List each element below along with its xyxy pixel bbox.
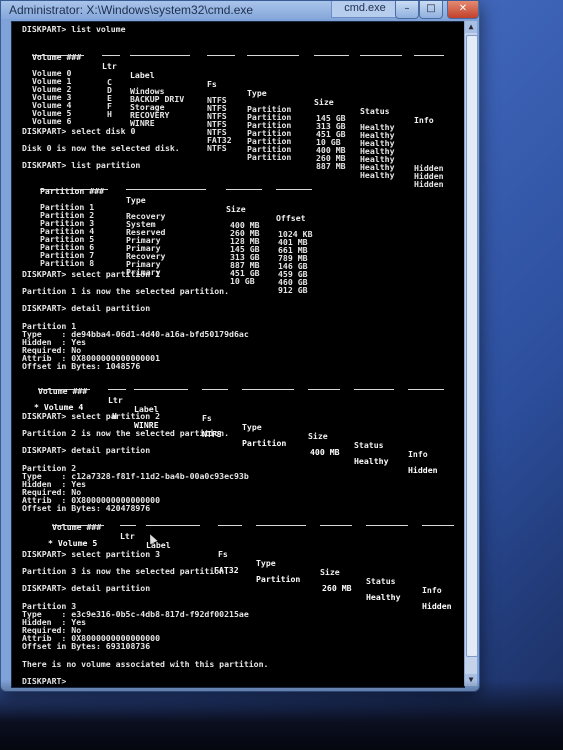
- cell: * Volume 5: [48, 538, 98, 548]
- header-rule: [202, 389, 228, 390]
- command-line: DISKPART> select partition 2: [22, 411, 161, 421]
- cell: NTFS: [207, 143, 227, 153]
- output-message: Disk 0 is now the selected disk.: [22, 143, 180, 153]
- command-line: DISKPART> select disk 0: [22, 126, 136, 136]
- cell: Hidden: [422, 601, 452, 611]
- header-rule: [38, 389, 90, 390]
- scrollbar-thumb[interactable]: [466, 35, 478, 657]
- console-output[interactable]: DISKPART> list volume Volume ### Ltr Lab…: [11, 21, 465, 688]
- col-header: Size: [314, 97, 334, 107]
- header-rule: [256, 525, 306, 526]
- window-tab[interactable]: cmd.exe: [331, 1, 399, 18]
- detail-line: Offset in Bytes: 420478976: [22, 503, 151, 513]
- cell: 400 MB: [310, 447, 340, 457]
- col-header: Info: [414, 115, 434, 125]
- col-header: Fs: [202, 413, 212, 423]
- cmd-window: Administrator: X:\Windows\system32\cmd.e…: [0, 0, 480, 692]
- col-header: Fs: [218, 549, 228, 559]
- header-rule: [108, 389, 126, 390]
- header-rule: [130, 55, 190, 56]
- output-message: There is no volume associated with this …: [22, 659, 269, 669]
- header-rule: [146, 525, 200, 526]
- command-line: DISKPART> select partition 1: [22, 269, 161, 279]
- col-header: Type: [256, 558, 276, 568]
- header-rule: [366, 525, 408, 526]
- output-message: Partition 1 is now the selected partitio…: [22, 286, 230, 296]
- command-line: DISKPART> select partition 3: [22, 549, 161, 559]
- maximize-button[interactable]: □: [419, 1, 443, 19]
- col-header: Type: [126, 195, 146, 205]
- cell: Partition: [242, 438, 287, 448]
- cell: Volume 6: [32, 116, 72, 126]
- output-message: Partition 2 is now the selected partitio…: [22, 428, 230, 438]
- header-rule: [360, 55, 402, 56]
- header-rule: [408, 389, 444, 390]
- col-header: Ltr: [108, 395, 123, 405]
- cell: Healthy: [366, 592, 401, 602]
- cell: 887 MB: [316, 161, 346, 171]
- cell: Partition 8: [40, 258, 95, 268]
- col-header: Offset: [276, 213, 306, 223]
- header-rule: [314, 55, 349, 56]
- header-rule: [120, 525, 136, 526]
- command-line: DISKPART> detail partition: [22, 583, 151, 593]
- minimize-button[interactable]: –: [395, 1, 419, 19]
- col-header: Ltr: [102, 61, 117, 71]
- header-rule: [218, 525, 242, 526]
- scroll-up-arrow-icon[interactable]: ▲: [465, 21, 477, 33]
- col-header: Size: [320, 567, 340, 577]
- command-line: DISKPART> list volume: [22, 24, 126, 34]
- cell: Hidden: [414, 179, 444, 189]
- header-rule: [126, 189, 206, 190]
- header-rule: [320, 525, 352, 526]
- header-rule: [226, 189, 262, 190]
- header-rule: [52, 525, 104, 526]
- cell: 912 GB: [278, 285, 308, 295]
- col-header: Info: [422, 585, 442, 595]
- col-header: Label: [130, 70, 155, 80]
- col-header: Info: [408, 449, 428, 459]
- header-rule: [32, 55, 84, 56]
- command-line: DISKPART> detail partition: [22, 445, 151, 455]
- cell: Hidden: [408, 465, 438, 475]
- cell: 10 GB: [230, 276, 255, 286]
- col-header: Size: [308, 431, 328, 441]
- header-rule: [102, 55, 120, 56]
- col-header: Type: [242, 422, 262, 432]
- cell: Partition: [256, 574, 301, 584]
- header-rule: [414, 55, 444, 56]
- title-bar[interactable]: Administrator: X:\Windows\system32\cmd.e…: [1, 1, 479, 19]
- output-message: Partition 3 is now the selected partitio…: [22, 566, 230, 576]
- vertical-scrollbar[interactable]: ▲ ▼: [464, 21, 478, 686]
- col-header: Size: [226, 204, 246, 214]
- detail-line: Offset in Bytes: 1048576: [22, 361, 141, 371]
- header-rule: [308, 389, 340, 390]
- command-line: DISKPART> list partition: [22, 160, 141, 170]
- col-header: Type: [247, 88, 267, 98]
- header-rule: [247, 55, 299, 56]
- col-header: Ltr: [120, 531, 135, 541]
- detail-line: Offset in Bytes: 693108736: [22, 641, 151, 651]
- desk-shadow: [0, 680, 563, 750]
- header-rule: [242, 389, 294, 390]
- header-rule: [354, 389, 394, 390]
- cell: Healthy: [354, 456, 389, 466]
- header-rule: [276, 189, 312, 190]
- header-rule: [134, 389, 188, 390]
- col-header: Status: [366, 576, 396, 586]
- cell: Healthy: [360, 170, 395, 180]
- header-rule: [422, 525, 454, 526]
- cell: H: [107, 109, 112, 119]
- cell: Partition: [247, 152, 292, 162]
- col-header: Fs: [207, 79, 217, 89]
- header-rule: [207, 55, 235, 56]
- header-rule: [40, 189, 108, 190]
- col-header: Status: [360, 106, 390, 116]
- cell: 260 MB: [322, 583, 352, 593]
- col-header: Status: [354, 440, 384, 450]
- window-title: Administrator: X:\Windows\system32\cmd.e…: [9, 3, 254, 17]
- command-line: DISKPART> detail partition: [22, 303, 151, 313]
- close-button[interactable]: ✕: [447, 1, 479, 19]
